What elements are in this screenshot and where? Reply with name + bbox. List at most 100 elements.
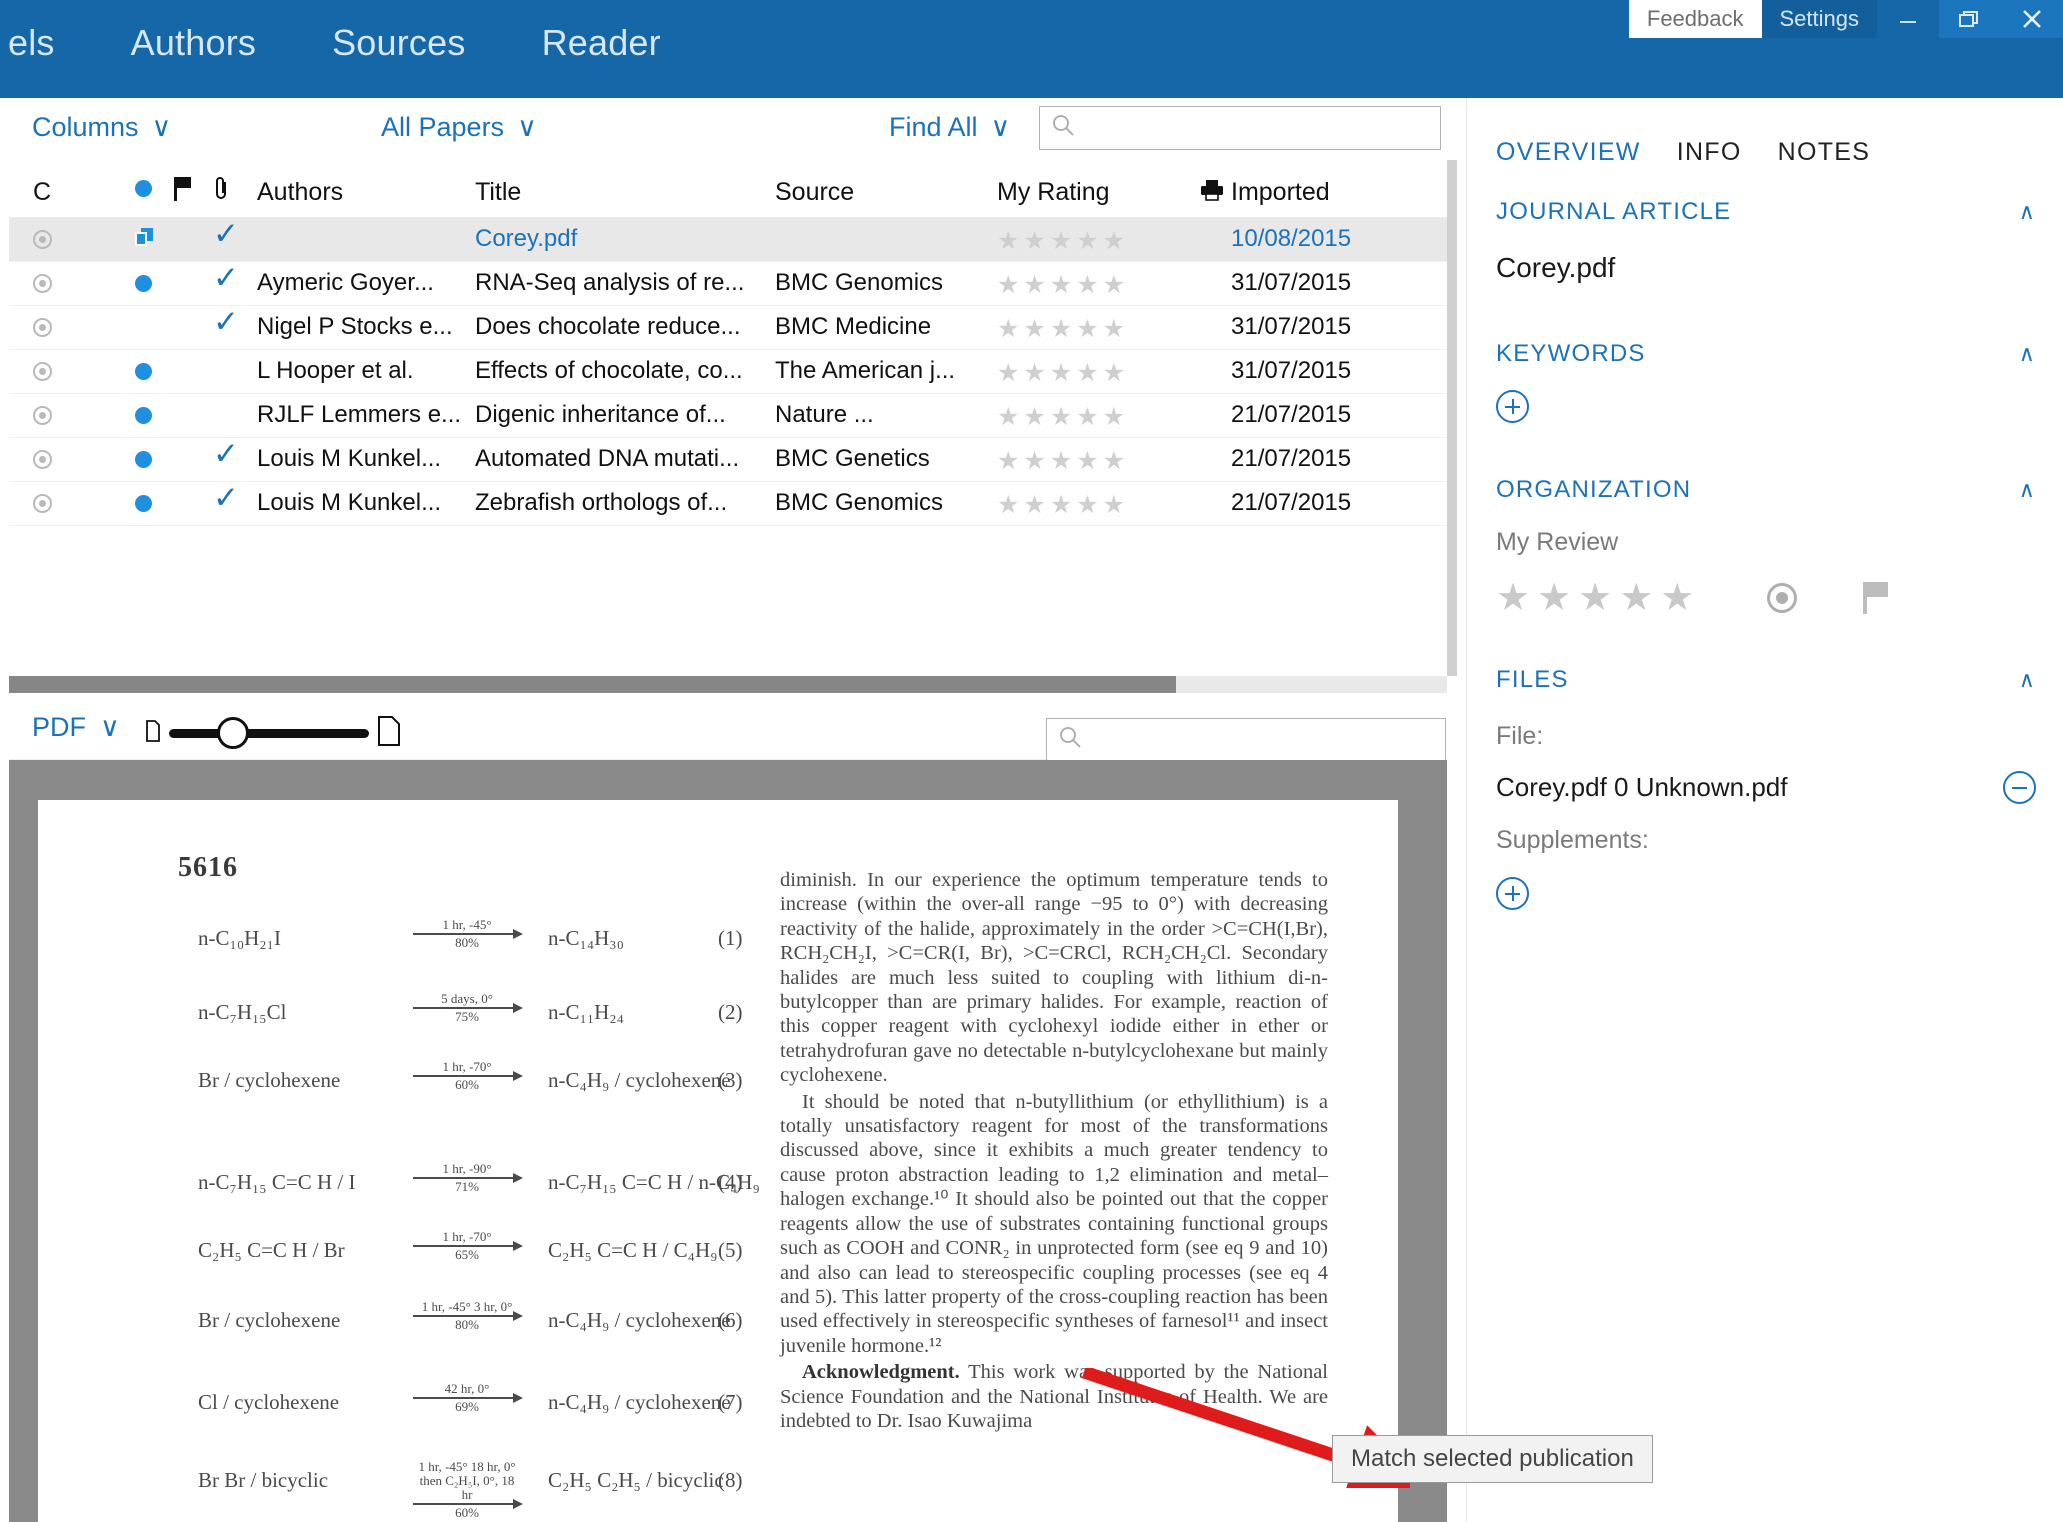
row-select-icon[interactable] xyxy=(33,230,52,249)
journal-article-header[interactable]: JOURNAL ARTICLE ∧ xyxy=(1496,198,2036,226)
table-row[interactable]: ✓ Louis M Kunkel... Automated DNA mutati..… xyxy=(9,438,1447,482)
pdf-search-input[interactable] xyxy=(1082,720,1445,760)
tab-overview[interactable]: OVERVIEW xyxy=(1496,138,1641,167)
pdf-equation: Br / cyclohexene 1 hr, -45° 3 hr, 0° 80% n-… xyxy=(198,1300,758,1360)
cell-rating[interactable]: ★★★★★ xyxy=(997,314,1129,344)
th-authors[interactable]: Authors xyxy=(257,178,467,207)
main-nav: els Authors Sources Reader xyxy=(0,22,699,64)
equation-number: (3) xyxy=(718,1068,743,1092)
chevron-up-icon[interactable]: ∧ xyxy=(2019,341,2036,367)
cell-source: The American j... xyxy=(775,357,956,384)
th-imported[interactable]: Imported xyxy=(1231,178,1330,207)
status-dot-icon[interactable] xyxy=(135,275,152,292)
my-review-rating[interactable]: ★★★★★ xyxy=(1496,575,1701,620)
status-dot-icon[interactable] xyxy=(135,363,152,380)
table-row[interactable]: ✓ Aymeric Goyer... RNA-Seq analysis of re.… xyxy=(9,262,1447,306)
check-icon[interactable]: ✓ xyxy=(213,222,239,246)
equation-reactant: Cl / cyclohexene xyxy=(198,1390,340,1414)
library-search-box[interactable] xyxy=(1039,106,1441,150)
row-select-icon[interactable] xyxy=(33,362,52,381)
files-header[interactable]: FILES ∧ xyxy=(1496,666,2036,694)
cell-rating[interactable]: ★★★★★ xyxy=(997,358,1129,388)
chevron-up-icon[interactable]: ∧ xyxy=(2019,199,2036,225)
minimize-icon[interactable] xyxy=(1877,0,1939,38)
equation-number: (2) xyxy=(718,1000,743,1024)
reaction-arrow: 5 days, 0° 75% xyxy=(413,992,523,1024)
cell-authors: L Hooper et al. xyxy=(257,357,414,384)
scrollbar-thumb[interactable] xyxy=(9,676,1176,693)
nav-tab-panels[interactable]: els xyxy=(0,22,93,64)
table-vertical-scrollbar[interactable] xyxy=(1447,160,1457,676)
check-icon[interactable]: ✓ xyxy=(213,266,239,290)
tab-notes[interactable]: NOTES xyxy=(1778,138,1871,167)
paperclip-icon[interactable] xyxy=(213,176,231,209)
close-icon[interactable] xyxy=(2001,0,2063,38)
chevron-up-icon[interactable]: ∧ xyxy=(2019,667,2036,693)
pdf-equation: n-C₁₀H₂₁I 1 hr, -45° 80% n-C₁₄H₃₀ (1) xyxy=(198,918,758,978)
table-header-row: C Authors Title Source My Rating Importe… xyxy=(9,160,1447,218)
status-dot-icon[interactable] xyxy=(135,407,152,424)
status-dot-icon[interactable] xyxy=(135,451,152,468)
cell-title: Corey.pdf xyxy=(475,225,578,252)
check-icon[interactable]: ✓ xyxy=(213,486,239,510)
printer-icon[interactable] xyxy=(1199,178,1225,209)
equation-product: n-C₄H₉ / cyclohexene xyxy=(548,1390,731,1414)
target-icon[interactable] xyxy=(1767,582,1798,613)
table-row[interactable]: RJLF Lemmers e... Digenic inheritance of.… xyxy=(9,394,1447,438)
settings-button[interactable]: Settings xyxy=(1761,0,1877,38)
flag-icon[interactable] xyxy=(1863,581,1889,614)
cell-rating[interactable]: ★★★★★ xyxy=(997,446,1129,476)
th-c[interactable]: C xyxy=(33,178,51,207)
pdf-search-box[interactable] xyxy=(1046,718,1446,762)
add-keyword-button[interactable] xyxy=(1496,390,1529,423)
table-row[interactable]: L Hooper et al. Effects of chocolate, co.… xyxy=(9,350,1447,394)
table-row[interactable]: ✓ Nigel P Stocks e... Does chocolate reduc… xyxy=(9,306,1447,350)
columns-dropdown[interactable]: Columns ∨ xyxy=(32,112,171,143)
table-body: ✓ Corey.pdf ★★★★★ 10/08/2015 ✓ Aymeric Goyer.… xyxy=(9,218,1447,526)
keywords-header[interactable]: KEYWORDS ∧ xyxy=(1496,340,2036,368)
status-dot-icon[interactable] xyxy=(135,180,152,197)
cell-source: BMC Genetics xyxy=(775,445,930,472)
row-select-icon[interactable] xyxy=(33,274,52,293)
pdf-viewer[interactable]: 5616 n-C₁₀H₂₁I 1 hr, -45° 80% n-C₁₄H₃₀ (1) n-… xyxy=(9,760,1447,1522)
row-select-icon[interactable] xyxy=(33,406,52,425)
chevron-up-icon[interactable]: ∧ xyxy=(2019,477,2036,503)
columns-label: Columns xyxy=(32,112,139,142)
table-row[interactable]: ✓ Corey.pdf ★★★★★ 10/08/2015 xyxy=(9,218,1447,262)
pdf-zoom-slider[interactable] xyxy=(145,716,401,751)
status-dot-icon[interactable] xyxy=(135,495,152,512)
cell-rating[interactable]: ★★★★★ xyxy=(997,490,1129,520)
row-select-icon[interactable] xyxy=(33,318,52,337)
cell-rating[interactable]: ★★★★★ xyxy=(997,226,1129,256)
table-horizontal-scrollbar[interactable] xyxy=(9,676,1447,693)
find-all-dropdown[interactable]: Find All ∨ xyxy=(889,112,1010,143)
restore-icon[interactable] xyxy=(1939,0,2001,38)
check-icon[interactable]: ✓ xyxy=(213,310,239,334)
table-row[interactable]: ✓ Louis M Kunkel... Zebrafish orthologs of… xyxy=(9,482,1447,526)
row-select-icon[interactable] xyxy=(33,494,52,513)
add-supplement-button[interactable] xyxy=(1496,877,1529,910)
pdf-equation: Cl / cyclohexene 42 hr, 0° 69% n-C₄H₉ / cyc… xyxy=(198,1382,758,1442)
cell-rating[interactable]: ★★★★★ xyxy=(997,402,1129,432)
tab-info[interactable]: INFO xyxy=(1677,138,1742,167)
zoom-slider-track[interactable] xyxy=(169,717,369,749)
cell-title: Automated DNA mutati... xyxy=(475,445,740,472)
row-select-icon[interactable] xyxy=(33,450,52,469)
th-title[interactable]: Title xyxy=(475,178,755,207)
cell-rating[interactable]: ★★★★★ xyxy=(997,270,1129,300)
flag-icon[interactable] xyxy=(173,176,195,209)
library-search-input[interactable] xyxy=(1075,108,1440,148)
nav-tab-sources[interactable]: Sources xyxy=(294,22,503,64)
remove-file-button[interactable] xyxy=(2003,771,2036,804)
th-my-rating[interactable]: My Rating xyxy=(997,178,1110,207)
th-source[interactable]: Source xyxy=(775,178,990,207)
pdf-format-dropdown[interactable]: PDF ∨ xyxy=(32,712,120,743)
nav-tab-authors[interactable]: Authors xyxy=(93,22,294,64)
zoom-slider-thumb[interactable] xyxy=(217,717,249,749)
copy-icon[interactable] xyxy=(135,227,157,256)
check-icon[interactable]: ✓ xyxy=(213,442,239,466)
all-papers-dropdown[interactable]: All Papers ∨ xyxy=(381,112,537,143)
feedback-button[interactable]: Feedback xyxy=(1628,0,1762,38)
nav-tab-reader[interactable]: Reader xyxy=(504,22,699,64)
organization-header[interactable]: ORGANIZATION ∧ xyxy=(1496,476,2036,504)
